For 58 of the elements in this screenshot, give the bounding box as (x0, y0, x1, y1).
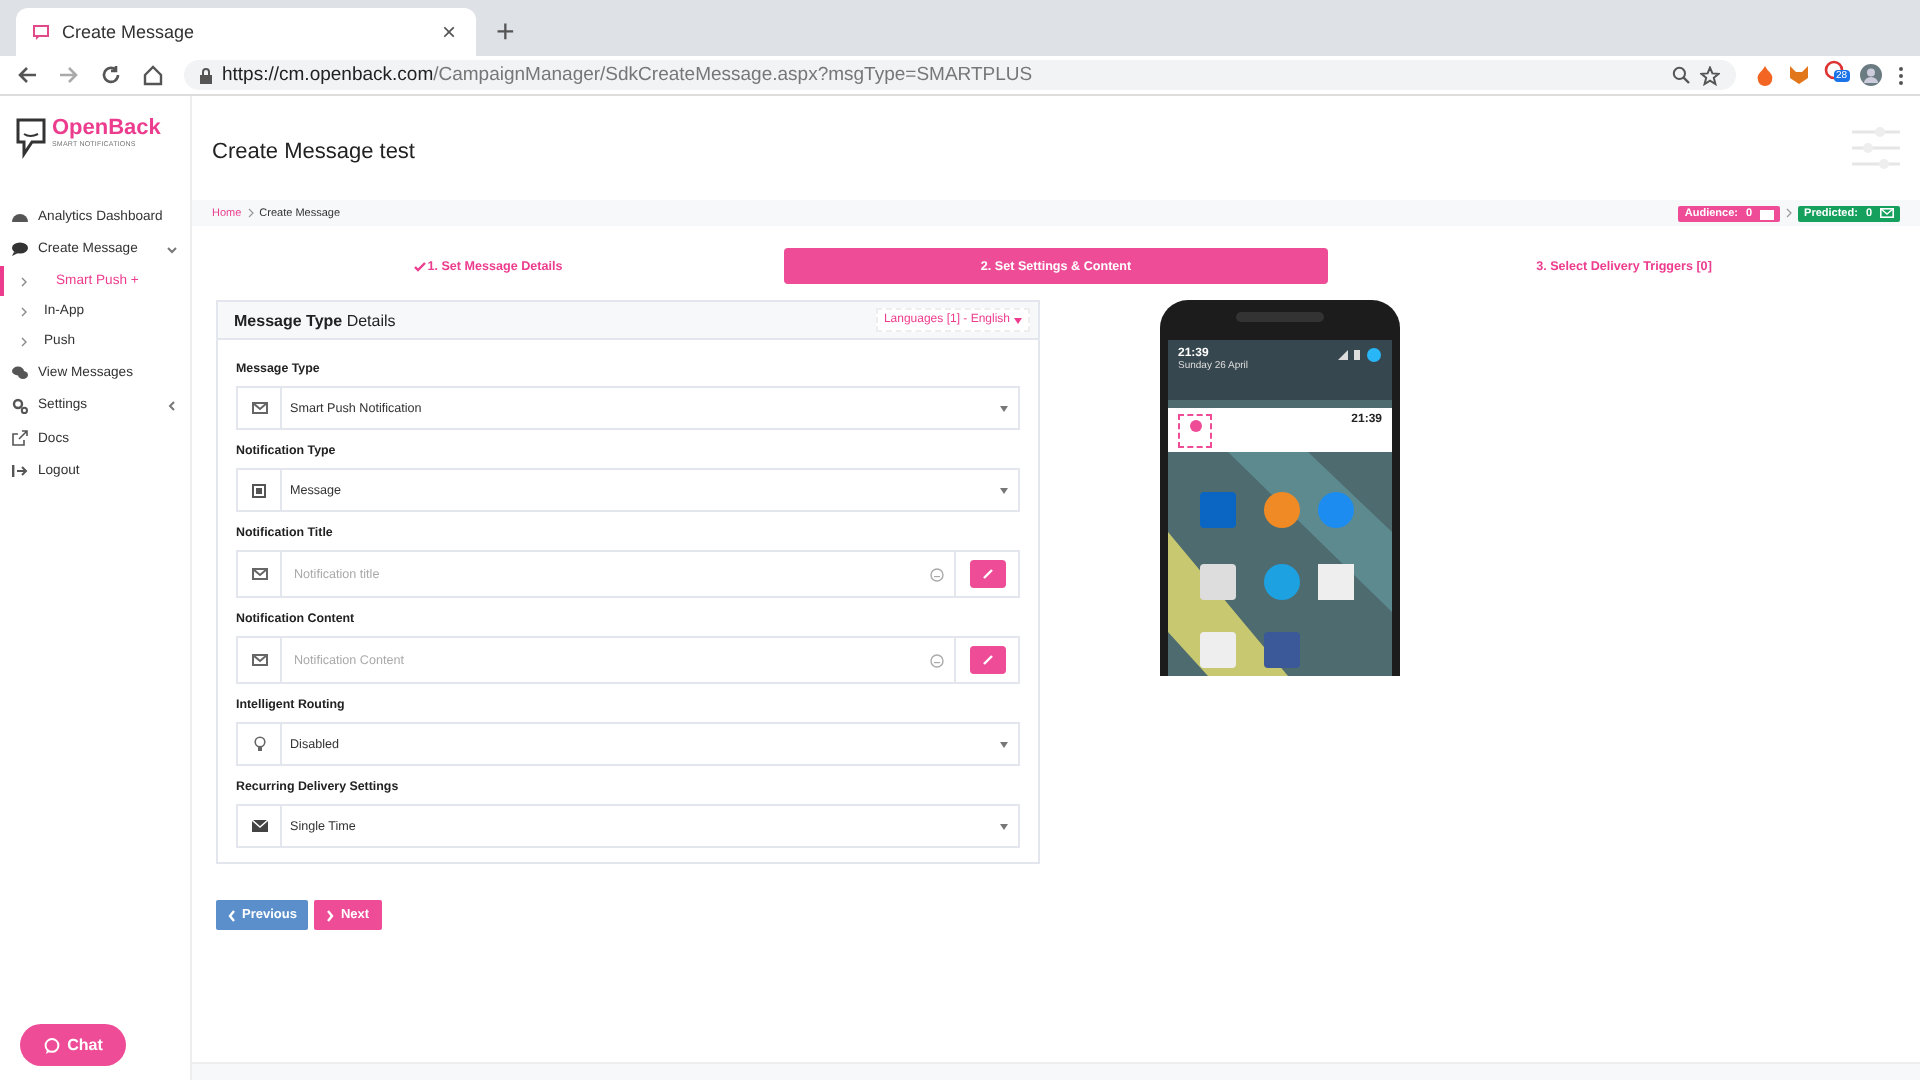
speech-bubble-icon (12, 242, 28, 257)
envelope-icon (251, 820, 267, 832)
chevron-icon (20, 335, 28, 347)
caret-icon (166, 243, 178, 256)
status-icons (1338, 348, 1382, 362)
avatar-icon[interactable] (1860, 64, 1882, 86)
chevron-icon (20, 305, 28, 317)
close-tab-button[interactable]: × (437, 18, 460, 46)
emoji-icon[interactable] (930, 567, 944, 581)
logo-text: OpenBack (52, 116, 161, 140)
address-bar[interactable]: https://cm.openback.com/CampaignManager/SdkCreateMessage.aspx?msgType=SMARTPLUS (184, 60, 1736, 90)
panel-title: Message Type Details (234, 311, 396, 329)
zoom-icon[interactable] (1672, 66, 1690, 84)
logo-icon (16, 116, 48, 160)
lock-icon (200, 67, 212, 83)
pen-icon (981, 654, 993, 666)
emoji-icon[interactable] (930, 653, 944, 667)
check-icon (413, 261, 426, 271)
app-icon (1189, 420, 1201, 432)
page-title: Create Message test (212, 140, 415, 164)
caret-icon (166, 399, 178, 412)
external-link-icon (12, 430, 28, 447)
chevron-icon (1786, 208, 1793, 218)
star-icon[interactable] (1700, 65, 1720, 85)
envelope-icon (251, 654, 267, 666)
dropdown-caret-icon (1000, 741, 1008, 747)
new-tab-button[interactable]: + (492, 16, 519, 52)
chevron-icon (20, 275, 28, 287)
envelope-icon (251, 568, 267, 580)
chevron-right-icon (326, 909, 335, 921)
dropdown-caret-icon (1000, 823, 1008, 829)
chat-bubbles-icon (12, 365, 28, 380)
envelope-icon (1880, 208, 1894, 218)
sliders-icon[interactable] (1852, 126, 1900, 170)
chat-bubble-icon (43, 1037, 60, 1053)
edit-button[interactable] (969, 646, 1005, 674)
gears-icon (12, 397, 28, 414)
chat-bubble-icon (32, 23, 50, 41)
dashboard-icon (12, 209, 28, 224)
dropdown-caret-icon (1000, 487, 1008, 493)
dropdown-caret-icon (1000, 405, 1008, 411)
fox-icon[interactable] (1790, 66, 1808, 84)
edit-button[interactable] (969, 560, 1005, 588)
reload-icon[interactable] (100, 64, 122, 86)
chevron-icon (247, 208, 254, 218)
browser-tab[interactable]: Create Message × (16, 8, 476, 56)
forward-icon[interactable] (58, 64, 80, 86)
chevron-left-icon (228, 909, 236, 921)
pen-icon (981, 568, 993, 580)
square-icon (252, 483, 266, 497)
envelope-icon (251, 402, 267, 414)
caret-icon (1014, 317, 1022, 323)
home-icon[interactable] (142, 64, 164, 86)
lightbulb-icon (253, 736, 265, 752)
back-icon[interactable] (16, 64, 38, 86)
sign-out-icon (12, 464, 28, 479)
flame-icon[interactable] (1756, 65, 1774, 85)
menu-icon[interactable] (1898, 65, 1904, 85)
